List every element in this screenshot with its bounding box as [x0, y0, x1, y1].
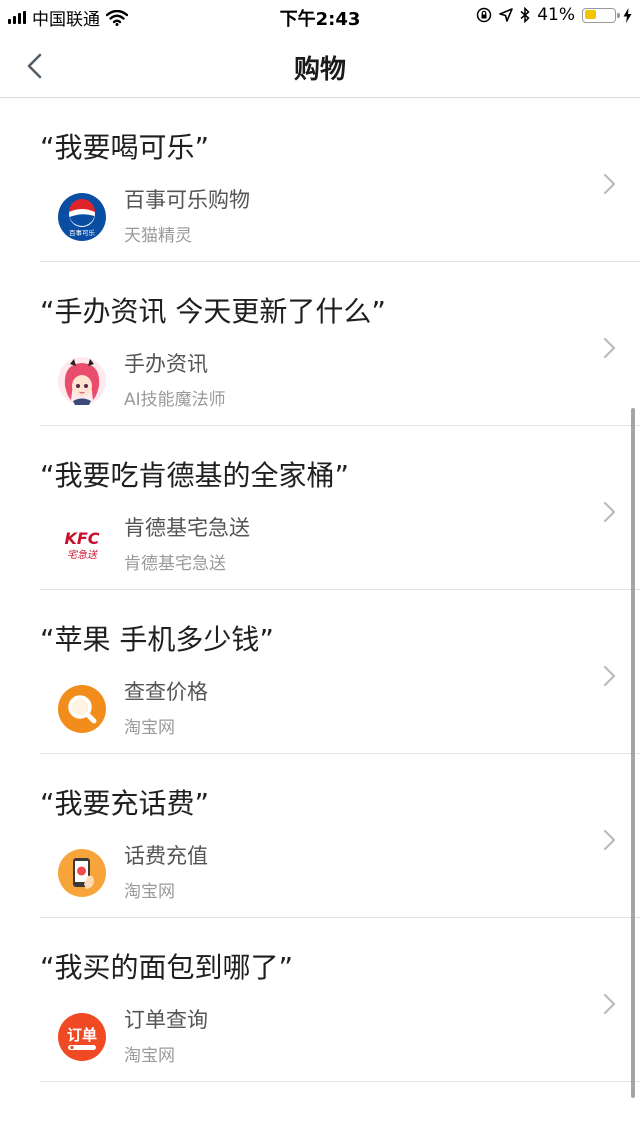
skill-list: “我要喝可乐” 百事可乐 百事可乐购物 天猫精灵 “手办资讯 今天更新了什么” … — [0, 98, 640, 1082]
divider — [40, 1081, 640, 1082]
skill-provider: 天猫精灵 — [124, 226, 192, 246]
pepsi-logo-icon: 百事可乐 — [58, 193, 106, 241]
page-title: 购物 — [293, 55, 346, 85]
charging-icon — [623, 7, 632, 23]
chevron-right-icon — [603, 501, 616, 523]
chevron-right-icon — [603, 829, 616, 851]
list-item[interactable]: “我买的面包到哪了” 订单 订单查询 淘宝网 — [0, 918, 640, 1082]
location-icon — [499, 8, 514, 22]
skill-provider: 淘宝网 — [124, 1046, 175, 1066]
order-query-icon: 订单 — [58, 1013, 106, 1061]
orientation-lock-icon — [476, 7, 492, 23]
list-item[interactable]: “苹果 手机多少钱” 查查价格 淘宝网 — [0, 590, 640, 754]
chevron-right-icon — [603, 665, 616, 687]
battery-percent: 41% — [537, 5, 575, 25]
chevron-right-icon — [603, 173, 616, 195]
voice-command-text: “手办资讯 今天更新了什么” — [40, 295, 386, 328]
status-bar: 中国联通 下午2:43 41% — [0, 0, 640, 34]
skill-provider: 淘宝网 — [124, 718, 175, 738]
voice-command-text: “我要吃肯德基的全家桶” — [40, 459, 350, 492]
scrollbar[interactable] — [631, 408, 635, 1098]
battery-fill — [584, 10, 596, 19]
skill-provider: 淘宝网 — [124, 882, 175, 902]
voice-command-text: “我买的面包到哪了” — [40, 951, 294, 984]
phone-recharge-icon — [58, 849, 106, 897]
order-logo-text: 订单 — [67, 1026, 97, 1044]
list-item[interactable]: “我要充话费” 话费充值 淘宝网 — [0, 754, 640, 918]
skill-name: 肯德基宅急送 — [124, 516, 250, 540]
chevron-right-icon — [603, 337, 616, 359]
voice-command-text: “我要喝可乐” — [40, 131, 210, 164]
voice-command-text: “我要充话费” — [40, 787, 210, 820]
kfc-logo-icon: KFC 宅急送 — [64, 529, 99, 561]
skill-name: 查查价格 — [124, 680, 208, 704]
nav-bar: 购物 — [0, 34, 640, 98]
skill-name: 手办资讯 — [124, 352, 208, 376]
magnifier-icon — [58, 685, 106, 733]
pepsi-logo-text: 百事可乐 — [69, 228, 96, 237]
bluetooth-icon — [520, 7, 530, 23]
list-item[interactable]: “手办资讯 今天更新了什么” 手办资讯 AI技能魔法师 — [0, 262, 640, 426]
kfc-logo-text: KFC — [64, 529, 99, 548]
chevron-right-icon — [603, 993, 616, 1015]
battery-icon — [582, 7, 620, 23]
kfc-logo-subtext: 宅急送 — [67, 549, 98, 561]
list-item[interactable]: “我要吃肯德基的全家桶” KFC 宅急送 肯德基宅急送 肯德基宅急送 — [0, 426, 640, 590]
skill-name: 话费充值 — [124, 844, 208, 868]
skill-name: 百事可乐购物 — [124, 188, 250, 212]
skill-provider: 肯德基宅急送 — [124, 554, 226, 574]
list-item[interactable]: “我要喝可乐” 百事可乐 百事可乐购物 天猫精灵 — [0, 98, 640, 262]
skill-provider: AI技能魔法师 — [124, 390, 226, 410]
anime-figure-avatar-icon — [58, 357, 106, 405]
skill-name: 订单查询 — [124, 1008, 208, 1032]
voice-command-text: “苹果 手机多少钱” — [40, 623, 274, 656]
status-right: 41% — [476, 5, 632, 25]
